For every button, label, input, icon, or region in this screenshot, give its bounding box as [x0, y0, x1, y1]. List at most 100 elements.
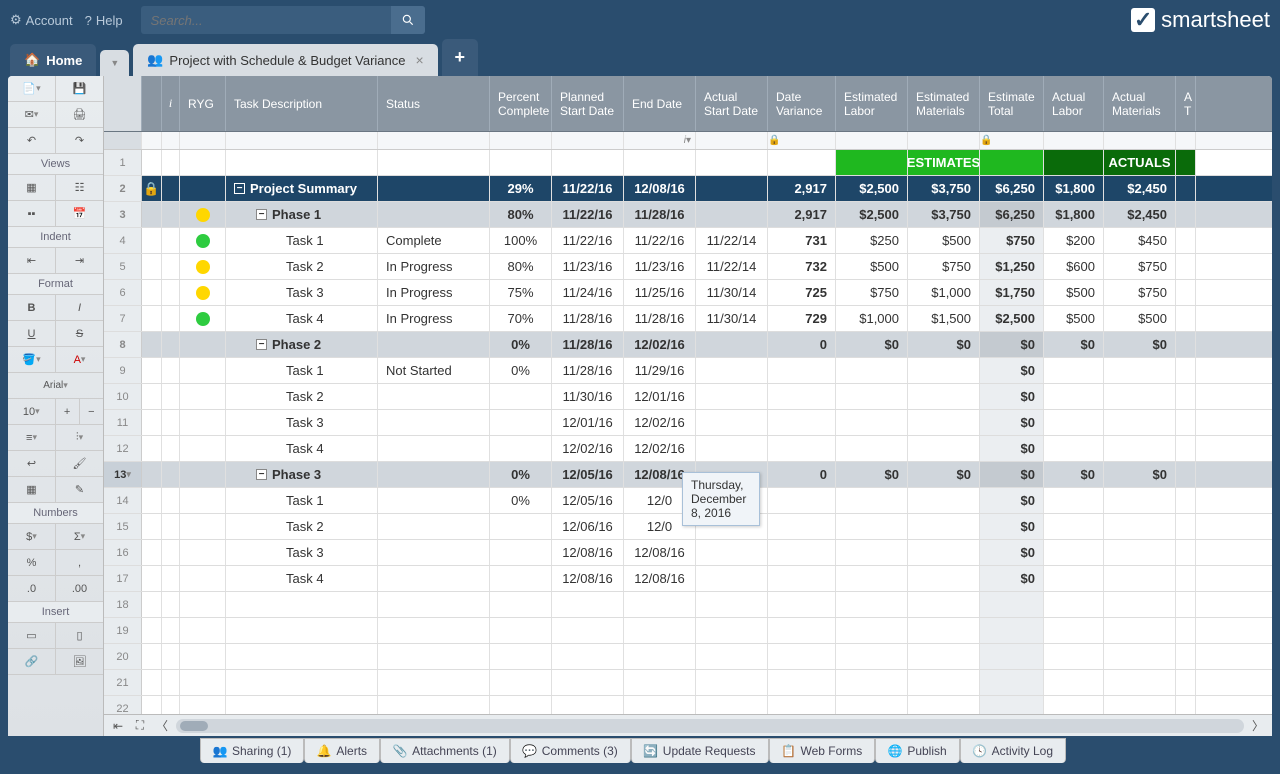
etot-cell[interactable]: $0 [980, 436, 1044, 461]
ryg-cell[interactable] [180, 176, 226, 201]
end-cell[interactable]: 12/08/16 [624, 566, 696, 591]
alerts-tab[interactable]: 🔔Alerts [304, 738, 380, 763]
planned-cell[interactable]: 12/08/16 [552, 566, 624, 591]
elabor-cell[interactable]: $0 [836, 332, 908, 357]
emat-cell[interactable]: $1,500 [908, 306, 980, 331]
planned-cell[interactable]: 11/30/16 [552, 384, 624, 409]
end-cell[interactable]: 11/23/16 [624, 254, 696, 279]
desc-cell[interactable]: Task 2 [226, 514, 378, 539]
table-row[interactable]: 22 [104, 696, 1272, 714]
etot-cell[interactable]: $0 [980, 514, 1044, 539]
status-cell[interactable]: In Progress [378, 254, 490, 279]
italic-button[interactable]: I [56, 295, 103, 320]
alabor-cell[interactable] [1044, 670, 1104, 695]
table-row[interactable]: 21 [104, 670, 1272, 696]
amat-cell[interactable]: $2,450 [1104, 202, 1176, 227]
desc-cell[interactable]: −Phase 3 [226, 462, 378, 487]
collapse-icon[interactable]: − [256, 469, 267, 480]
astart-cell[interactable] [696, 436, 768, 461]
astart-cell[interactable] [696, 150, 768, 175]
row-attach[interactable] [142, 592, 162, 617]
status-cell[interactable] [378, 566, 490, 591]
table-row[interactable]: 9Task 1Not Started0%11/28/1611/29/16$0 [104, 358, 1272, 384]
etot-cell[interactable]: $1,250 [980, 254, 1044, 279]
astart-cell[interactable] [696, 202, 768, 227]
row-attach[interactable] [142, 358, 162, 383]
row-info[interactable] [162, 228, 180, 253]
astart-cell[interactable] [696, 696, 768, 714]
ryg-cell[interactable] [180, 514, 226, 539]
amat-cell[interactable] [1104, 514, 1176, 539]
alabor-cell[interactable] [1044, 358, 1104, 383]
row-attach[interactable] [142, 228, 162, 253]
amat-cell[interactable] [1104, 384, 1176, 409]
status-cell[interactable]: Not Started [378, 358, 490, 383]
table-row[interactable]: 7Task 4In Progress70%11/28/1611/28/1611/… [104, 306, 1272, 332]
row-attach[interactable] [142, 566, 162, 591]
end-date-filter[interactable]: i ▾ [624, 132, 696, 149]
row-attach[interactable]: 🔒 [142, 176, 162, 201]
row-attach[interactable] [142, 384, 162, 409]
last-cell[interactable] [1176, 618, 1196, 643]
alabor-cell[interactable] [1044, 566, 1104, 591]
ryg-cell[interactable] [180, 306, 226, 331]
astart-cell[interactable]: 11/30/14 [696, 280, 768, 305]
var-cell[interactable]: 0 [768, 462, 836, 487]
emat-cell[interactable] [908, 410, 980, 435]
last-cell[interactable] [1176, 436, 1196, 461]
table-row[interactable]: 4Task 1Complete100%11/22/1611/22/1611/22… [104, 228, 1272, 254]
amat-cell[interactable] [1104, 670, 1176, 695]
planned-cell[interactable]: 12/05/16 [552, 488, 624, 513]
amat-cell[interactable] [1104, 410, 1176, 435]
format-painter-button[interactable]: 🖌 [56, 451, 103, 476]
end-cell[interactable]: 12/01/16 [624, 384, 696, 409]
undo-button[interactable]: ↶ [8, 128, 56, 153]
insert-image-button[interactable]: 🖼 [56, 649, 103, 674]
planned-cell[interactable] [552, 150, 624, 175]
etot-cell[interactable] [980, 592, 1044, 617]
row-info[interactable] [162, 332, 180, 357]
astart-cell[interactable] [696, 358, 768, 383]
amat-cell[interactable]: $450 [1104, 228, 1176, 253]
row-attach[interactable] [142, 514, 162, 539]
close-icon[interactable]: × [416, 52, 424, 68]
elabor-cell[interactable] [836, 670, 908, 695]
row-number[interactable]: 4 [104, 228, 142, 253]
etot-cell[interactable]: $6,250 [980, 176, 1044, 201]
highlight-button[interactable]: ✎ [56, 477, 103, 502]
tab-add[interactable]: + [442, 39, 478, 76]
status-cell[interactable] [378, 670, 490, 695]
elabor-cell[interactable]: $250 [836, 228, 908, 253]
ryg-cell[interactable] [180, 644, 226, 669]
planned-cell[interactable]: 12/02/16 [552, 436, 624, 461]
row-info[interactable] [162, 202, 180, 227]
etot-cell[interactable]: $1,750 [980, 280, 1044, 305]
collapse-icon[interactable]: − [256, 209, 267, 220]
pct-cell[interactable]: 75% [490, 280, 552, 305]
scroll-thumb[interactable] [180, 721, 208, 731]
astart-cell[interactable] [696, 644, 768, 669]
font-size-up-button[interactable]: + [56, 399, 80, 424]
search-button[interactable] [391, 6, 425, 34]
elabor-cell[interactable]: $2,500 [836, 176, 908, 201]
planned-cell[interactable] [552, 696, 624, 714]
status-cell[interactable]: Complete [378, 228, 490, 253]
pct-cell[interactable] [490, 644, 552, 669]
collapse-icon[interactable]: − [234, 183, 245, 194]
alabor-cell[interactable] [1044, 436, 1104, 461]
elabor-cell[interactable] [836, 696, 908, 714]
desc-cell[interactable]: Task 3 [226, 410, 378, 435]
astart-cell[interactable] [696, 410, 768, 435]
sum-button[interactable]: Σ▾ [56, 524, 103, 549]
table-row[interactable]: 5Task 2In Progress80%11/23/1611/23/1611/… [104, 254, 1272, 280]
row-info[interactable] [162, 644, 180, 669]
end-cell[interactable] [624, 670, 696, 695]
table-row[interactable]: 20 [104, 644, 1272, 670]
table-row[interactable]: 8−Phase 20%11/28/1612/02/160$0$0$0$0$0 [104, 332, 1272, 358]
etot-cell[interactable]: $750 [980, 228, 1044, 253]
fill-color-button[interactable]: 🪣▾ [8, 347, 56, 372]
emat-cell[interactable]: $3,750 [908, 176, 980, 201]
planned-cell[interactable] [552, 644, 624, 669]
emat-cell[interactable] [908, 644, 980, 669]
elabor-cell[interactable] [836, 566, 908, 591]
